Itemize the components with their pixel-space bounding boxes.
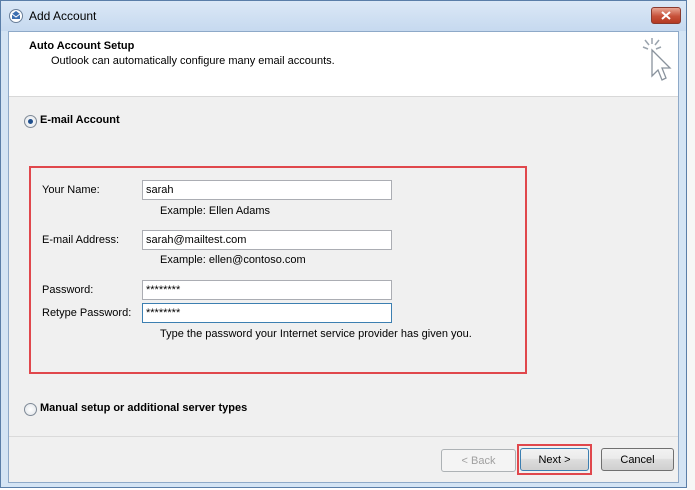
close-button[interactable] bbox=[651, 7, 681, 24]
your-name-example: Example: Ellen Adams bbox=[160, 205, 271, 217]
your-name-input[interactable] bbox=[142, 180, 392, 200]
page-subtitle: Outlook can automatically configure many… bbox=[51, 55, 335, 67]
retype-password-input[interactable] bbox=[142, 303, 392, 323]
title-bar[interactable]: Add Account bbox=[1, 1, 686, 31]
your-name-label: Your Name: bbox=[42, 184, 100, 196]
manual-setup-radio[interactable] bbox=[24, 403, 37, 416]
email-address-example: Example: ellen@contoso.com bbox=[160, 254, 306, 266]
close-icon bbox=[661, 11, 671, 20]
background-scroll-strip bbox=[687, 0, 695, 490]
back-button[interactable]: < Back bbox=[441, 449, 516, 472]
email-account-radio[interactable] bbox=[24, 115, 37, 128]
window-title: Add Account bbox=[29, 9, 97, 23]
outlook-app-icon bbox=[8, 8, 24, 24]
footer-divider bbox=[9, 436, 678, 437]
header-panel: Auto Account Setup Outlook can automatic… bbox=[9, 32, 678, 97]
auto-setup-cursor-icon bbox=[637, 36, 673, 87]
password-label: Password: bbox=[42, 284, 94, 296]
manual-setup-label[interactable]: Manual setup or additional server types bbox=[40, 402, 247, 414]
add-account-window: Add Account Auto Account Setup Outlook c… bbox=[0, 0, 687, 488]
password-hint: Type the password your Internet service … bbox=[160, 328, 472, 340]
next-button[interactable]: Next > bbox=[520, 448, 589, 471]
email-address-label: E-mail Address: bbox=[42, 234, 120, 246]
email-address-input[interactable] bbox=[142, 230, 392, 250]
email-account-label[interactable]: E-mail Account bbox=[40, 114, 120, 126]
retype-password-label: Retype Password: bbox=[42, 307, 132, 319]
password-input[interactable] bbox=[142, 280, 392, 300]
cancel-button[interactable]: Cancel bbox=[601, 448, 674, 471]
dialog-client-area: Auto Account Setup Outlook can automatic… bbox=[8, 31, 679, 483]
page-title: Auto Account Setup bbox=[29, 40, 135, 52]
